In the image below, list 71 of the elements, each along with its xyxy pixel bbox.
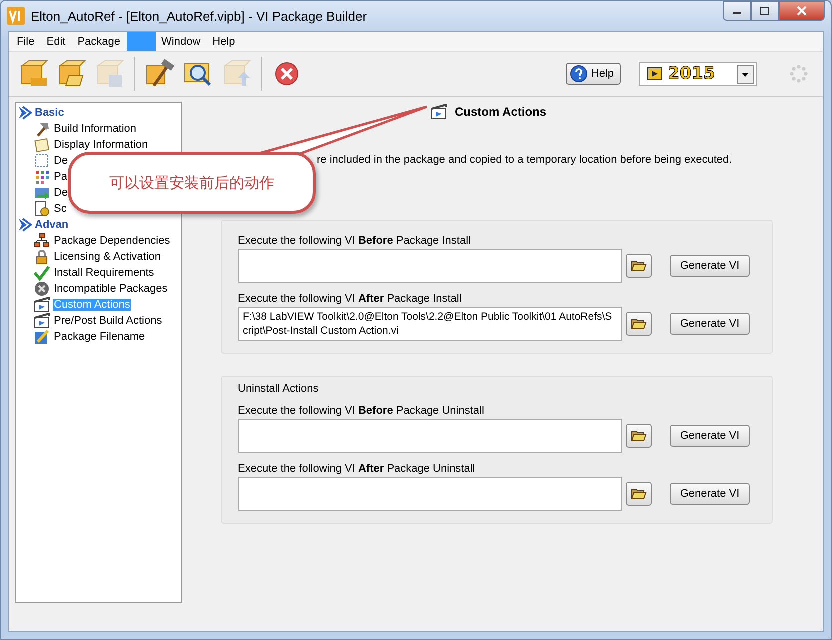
generate-button[interactable]: Generate VI bbox=[670, 255, 750, 277]
menu-item[interactable]: Package bbox=[72, 32, 127, 51]
clapper-icon bbox=[431, 104, 447, 120]
close-button[interactable] bbox=[779, 1, 825, 21]
field-label: Execute the following VI After Package Uninstall bbox=[238, 463, 476, 475]
folder-icon bbox=[631, 488, 647, 500]
nav-item[interactable]: Build Information bbox=[53, 123, 138, 135]
field-label: Execute the following VI Before Package Uninstall bbox=[238, 405, 486, 417]
nav-item[interactable]: De bbox=[53, 187, 70, 199]
grid-icon bbox=[34, 169, 50, 185]
frame-icon bbox=[34, 153, 50, 169]
minimize-button[interactable] bbox=[723, 1, 751, 21]
script-icon bbox=[34, 201, 50, 217]
generate-button[interactable]: Generate VI bbox=[670, 483, 750, 505]
field-label: Execute the following VI Before Package Install bbox=[238, 235, 472, 247]
folder-icon bbox=[631, 430, 647, 442]
menu-item[interactable]: Window bbox=[156, 32, 207, 51]
nav-item[interactable]: Incompatible Packages bbox=[53, 283, 169, 295]
hammer-icon bbox=[34, 121, 50, 137]
path-field[interactable] bbox=[238, 419, 622, 453]
nav-item[interactable]: Install Requirements bbox=[53, 267, 156, 279]
nav-item[interactable]: Display Information bbox=[53, 139, 150, 151]
play-icon bbox=[646, 67, 664, 81]
nav-item[interactable]: Pa bbox=[53, 171, 68, 183]
page-description: re included in the package and copied to a temporary location before being executed. bbox=[317, 154, 734, 166]
field-label: Execute the following VI After Package Install bbox=[238, 293, 463, 305]
lock-icon bbox=[34, 249, 50, 265]
path-field[interactable]: F:\38 LabVIEW Toolkit\2.0@Elton Tools\2.2@Elton Public Toolkit\01 AutoRefs\Script\Post-Install Custom Action.vi bbox=[238, 307, 622, 341]
section-label: Basic bbox=[35, 107, 64, 119]
hammer-box-icon[interactable] bbox=[144, 58, 176, 90]
help-button[interactable]: Help bbox=[566, 63, 621, 85]
chevron-icon bbox=[18, 106, 32, 120]
nav-item[interactable]: Package Dependencies bbox=[53, 235, 172, 247]
nav-item[interactable]: Sc bbox=[53, 203, 68, 215]
maximize-button[interactable] bbox=[751, 1, 779, 21]
close-icon bbox=[797, 6, 807, 16]
menu-item[interactable]: File bbox=[11, 32, 41, 51]
note-icon bbox=[34, 137, 50, 153]
tree-icon bbox=[34, 233, 50, 249]
help-icon bbox=[570, 65, 588, 83]
page-title: Custom Actions bbox=[455, 105, 547, 119]
spinner-icon bbox=[789, 64, 809, 84]
generate-button[interactable]: Generate VI bbox=[670, 425, 750, 447]
caret-icon bbox=[737, 64, 754, 84]
ban-icon bbox=[34, 281, 50, 297]
nav-item[interactable]: De bbox=[53, 155, 70, 167]
callout-text: 可以设置安装前后的动作 bbox=[110, 174, 274, 192]
section-label: Advan bbox=[35, 219, 69, 231]
nav-item[interactable]: Package Filename bbox=[53, 331, 146, 343]
check-icon bbox=[34, 265, 50, 281]
generate-button[interactable]: Generate VI bbox=[670, 313, 750, 335]
nav-item[interactable]: Licensing & Activation bbox=[53, 251, 162, 263]
maximize-icon bbox=[760, 7, 770, 15]
pen-icon bbox=[34, 329, 50, 345]
menu-item[interactable]: Edit bbox=[40, 32, 72, 51]
menu-item[interactable]: Help bbox=[206, 32, 242, 51]
clapper-icon bbox=[34, 297, 50, 313]
path-field[interactable] bbox=[238, 249, 622, 283]
path-field[interactable] bbox=[238, 477, 622, 511]
nav-item[interactable]: Pre/Post Build Actions bbox=[53, 315, 164, 327]
clapper-icon bbox=[34, 313, 50, 329]
browse-button[interactable] bbox=[626, 482, 652, 506]
group-title: Uninstall Actions bbox=[238, 383, 320, 395]
browse-button[interactable] bbox=[626, 312, 652, 336]
folder-icon bbox=[631, 318, 647, 330]
folder-icon bbox=[631, 260, 647, 272]
window-title: Elton_AutoRef - [Elton_AutoRef.vipb] - VI Package Builder bbox=[31, 8, 368, 24]
browse-button[interactable] bbox=[626, 424, 652, 448]
app-logo-icon bbox=[7, 7, 25, 25]
chevron-icon bbox=[18, 218, 32, 232]
browse-button[interactable] bbox=[626, 254, 652, 278]
